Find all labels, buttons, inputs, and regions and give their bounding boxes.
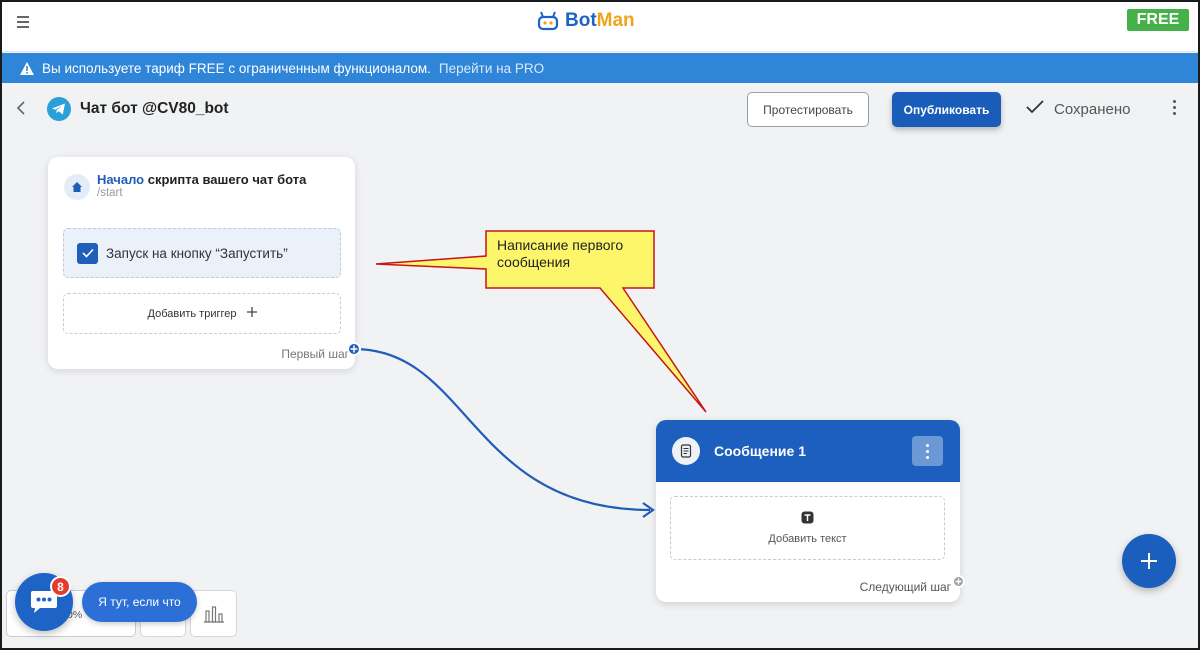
add-text-label: Добавить текст bbox=[768, 533, 847, 545]
start-command: /start bbox=[97, 187, 123, 199]
logo-text-man: Man bbox=[596, 10, 635, 31]
bot-title: Чат бот @CV80_bot bbox=[80, 100, 229, 117]
unread-badge: 8 bbox=[50, 576, 71, 597]
more-options-icon[interactable] bbox=[1168, 100, 1180, 118]
start-title-accent: Начало bbox=[97, 172, 145, 187]
chat-prompt[interactable]: Я тут, если что bbox=[82, 582, 197, 622]
message-card[interactable]: Сообщение 1 Добавить текст Следующий шаг bbox=[656, 420, 960, 602]
botman-logo: BotMan bbox=[537, 10, 635, 32]
warning-icon bbox=[20, 61, 34, 75]
next-step-connector-plus-icon[interactable] bbox=[952, 575, 965, 588]
message-options-icon[interactable] bbox=[912, 436, 943, 466]
plan-banner: Вы используете тариф FREE с ограниченным… bbox=[0, 53, 1200, 83]
callout-text: Написание первого сообщения bbox=[497, 237, 624, 270]
message-card-header: Сообщение 1 bbox=[656, 420, 960, 482]
connector-arrowhead bbox=[642, 502, 655, 518]
plus-icon bbox=[1141, 553, 1157, 569]
connector-line bbox=[353, 347, 651, 512]
robot-icon bbox=[537, 11, 559, 31]
add-block-button[interactable] bbox=[1122, 534, 1176, 588]
start-title-rest: скрипта вашего чат бота bbox=[144, 172, 307, 187]
plus-icon bbox=[246, 307, 257, 320]
test-button[interactable]: Протестировать bbox=[747, 92, 869, 127]
saved-status: Сохранено bbox=[1026, 100, 1130, 118]
next-step-label: Следующий шаг bbox=[859, 580, 951, 594]
top-bar: BotMan FREE bbox=[0, 0, 1200, 52]
start-card[interactable]: Начало скрипта вашего чат бота /start За… bbox=[48, 157, 355, 369]
home-icon bbox=[64, 174, 90, 200]
banner-message: Вы используете тариф FREE с ограниченным… bbox=[42, 60, 431, 76]
hamburger-menu-icon[interactable] bbox=[17, 16, 29, 28]
trigger-checkbox[interactable] bbox=[77, 242, 98, 264]
start-card-title: Начало скрипта вашего чат бота bbox=[97, 172, 306, 187]
text-block-icon bbox=[801, 511, 814, 527]
logo-text-bot: Bot bbox=[565, 10, 597, 31]
bar-chart-icon bbox=[203, 605, 224, 623]
message-title: Сообщение 1 bbox=[714, 443, 806, 459]
telegram-icon bbox=[47, 97, 71, 126]
back-arrow-icon[interactable] bbox=[16, 100, 26, 121]
checkmark-icon bbox=[1026, 100, 1044, 118]
check-icon bbox=[81, 248, 94, 258]
plan-badge: FREE bbox=[1127, 9, 1189, 31]
first-step-connector-plus-icon[interactable] bbox=[347, 342, 361, 356]
message-doc-icon bbox=[672, 437, 700, 465]
first-step-label: Первый шаг bbox=[281, 347, 349, 361]
saved-label: Сохранено bbox=[1054, 100, 1131, 118]
trigger-label: Запуск на кнопку “Запустить” bbox=[106, 245, 288, 261]
add-text-button[interactable]: Добавить текст bbox=[670, 496, 945, 560]
add-trigger-label: Добавить триггер bbox=[147, 307, 237, 320]
trigger-item[interactable]: Запуск на кнопку “Запустить” bbox=[63, 228, 341, 278]
upgrade-pro-link[interactable]: Перейти на PRO bbox=[439, 61, 544, 76]
publish-button[interactable]: Опубликовать bbox=[892, 92, 1001, 127]
add-trigger-button[interactable]: Добавить триггер bbox=[63, 293, 341, 334]
stats-button[interactable] bbox=[190, 590, 237, 637]
